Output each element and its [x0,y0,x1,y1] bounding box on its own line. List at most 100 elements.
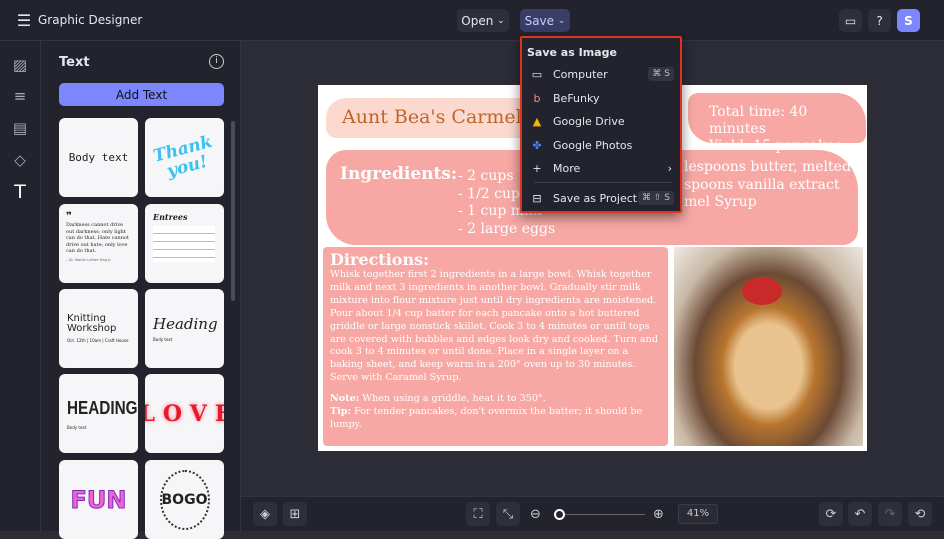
chevron-down-icon: ⌄ [557,15,566,26]
shrink-icon[interactable]: ⤡ [496,502,520,526]
menu-item-label: More [553,161,581,175]
plus-icon: + [532,161,542,175]
directions-heading: Directions: [330,250,429,269]
menu-item-save-as-project[interactable]: ⊟ Save as Project ⌘ ⇧ S [530,188,674,208]
template-subtext: – Dr. Martin Luther King Jr. [66,257,112,262]
note: Note: When using a griddle, heat it to 3… [330,393,661,406]
help-icon[interactable]: ? [868,9,891,32]
chevron-right-icon: › [667,161,672,175]
zoom-level[interactable]: 41% [678,504,718,524]
directions-text: Whisk together first 2 ingredients in a … [330,269,658,384]
tip-label: Tip: [330,406,352,418]
template-subtext: Oct. 12th | 10am | Craft House [67,338,129,343]
save-label: Save [524,13,555,28]
menu-item-label: Save as Project [553,191,638,205]
shortcut: ⌘ ⇧ S [638,191,674,205]
tip: Tip: For tender pancakes, don't overmix … [330,406,661,432]
undo-icon[interactable]: ↶ [848,502,872,526]
menu-item-label: Computer [553,67,608,81]
image-icon[interactable]: ▨ [10,55,30,75]
google-photos-icon: ✤ [532,138,542,152]
zoom-slider[interactable] [554,509,645,520]
menu-item-google-photos[interactable]: ✤ Google Photos [530,135,674,155]
template-love[interactable]: LOVE [145,374,224,453]
strawberry-topping [742,277,782,305]
open-button[interactable]: Open ⌄ [457,9,509,32]
template-knitting[interactable]: Knitting Workshop Oct. 12th | 10am | Craf… [59,289,138,368]
template-entrees[interactable]: Entrees [145,204,224,283]
template-subtext: Body text [153,337,173,342]
google-drive-icon: ▲ [532,114,542,128]
ingredient: lespoons butter, melted [684,159,851,175]
menu-item-label: BeFunky [553,91,600,105]
template-heading-script[interactable]: Heading Body text [145,289,224,368]
menu-item-google-drive[interactable]: ▲ Google Drive [530,111,674,131]
add-text-button[interactable]: Add Text [59,83,224,106]
fit-screen-icon[interactable]: ⛶ [466,502,490,526]
tip-text: For tender pancakes, don't overmix the b… [330,406,643,430]
zoom-in-icon[interactable]: ⊕ [653,507,664,522]
redo-icon[interactable]: ↷ [878,502,902,526]
template-bogo[interactable]: BOGO [145,460,224,539]
ingredient: mel Syrup [684,194,757,210]
hamburger-menu-icon[interactable]: ☰ [14,10,34,30]
shortcut: ⌘ S [648,67,674,81]
text-panel: Text i Add Text Body text Thank you! ❞ Da… [41,41,241,539]
directions-box: Directions: Whisk together first 2 ingre… [323,247,668,446]
yield: Yield: 15 pancakes [709,138,843,154]
recipe-time-yield: Total time: 40 minutes Yield: 15 pancakes [709,104,867,155]
history-icon[interactable]: ⟲ [908,502,932,526]
menu-divider [534,182,672,183]
app-title: Graphic Designer [38,13,143,27]
menu-lines [153,226,215,262]
menu-section-title: Save as Image [527,46,617,59]
recipe-title: Aunt Bea's Carmel C [342,106,543,128]
scrollbar[interactable] [231,121,235,301]
shapes-icon[interactable]: ◇ [10,150,30,170]
ingredients-right: lespoons butter, melted spoons vanilla ex… [684,159,851,212]
template-fun[interactable]: FUN [59,460,138,539]
menu-item-computer[interactable]: ▭ Computer ⌘ S [530,64,674,84]
note-label: Note: [330,393,360,405]
refresh-icon[interactable]: ⟳ [819,502,843,526]
template-label: Knitting Workshop [67,313,117,334]
template-subtext: Body text [67,424,87,430]
save-dropdown-menu: Save as Image ▭ Computer ⌘ S b BeFunky ▲ Goo… [520,36,682,213]
avatar[interactable]: S [897,9,920,32]
text-icon[interactable]: T [10,182,30,202]
info-icon[interactable]: i [209,54,224,69]
grid-icon[interactable]: ⊞ [283,502,307,526]
total-time: Total time: 40 minutes [709,104,808,137]
top-bar: ☰ Graphic Designer Open ⌄ Save ⌄ ▭ ? S [0,0,944,41]
comment-icon[interactable]: ▭ [839,9,862,32]
template-label: Thank you! [150,131,214,182]
template-label: BOGO [159,469,210,530]
template-body-text[interactable]: Body text [59,118,138,197]
ingredient: - 2 large eggs [458,220,556,237]
save-button[interactable]: Save ⌄ [520,9,570,32]
befunky-icon: b [533,91,541,105]
note-text: When using a griddle, heat it to 350°. [359,393,546,405]
template-heading-bold[interactable]: HEADING Body text [59,374,138,453]
pancake-photo [674,247,863,446]
template-label: Heading [153,315,218,333]
monitor-icon: ▭ [531,67,543,81]
template-label: Darkness cannot drive out darkness; only… [66,222,129,254]
briefcase-icon: ⊟ [532,191,542,205]
panel-title: Text [59,55,90,70]
open-label: Open [461,13,494,28]
menu-item-befunky[interactable]: b BeFunky [530,88,674,108]
tool-rail: ▨ ≡ ▤ ◇ T [0,41,41,531]
chevron-down-icon: ⌄ [497,15,505,26]
layout-icon[interactable]: ▤ [10,118,30,138]
bottom-toolbar: ◈ ⊞ ⛶ ⤡ ⊖ ⊕ 41% ⟳ ↶ ↷ ⟲ [241,496,944,531]
layers-icon[interactable]: ◈ [253,502,277,526]
zoom-slider-handle[interactable] [554,509,565,520]
template-label: Entrees [153,212,188,222]
template-thank-you[interactable]: Thank you! [145,118,224,197]
sliders-icon[interactable]: ≡ [10,86,30,106]
template-quote[interactable]: ❞ Darkness cannot drive out darkness; onl… [59,204,138,283]
zoom-out-icon[interactable]: ⊖ [530,507,541,522]
menu-item-more[interactable]: + More › [530,158,674,178]
ingredient: spoons vanilla extract [684,176,840,193]
